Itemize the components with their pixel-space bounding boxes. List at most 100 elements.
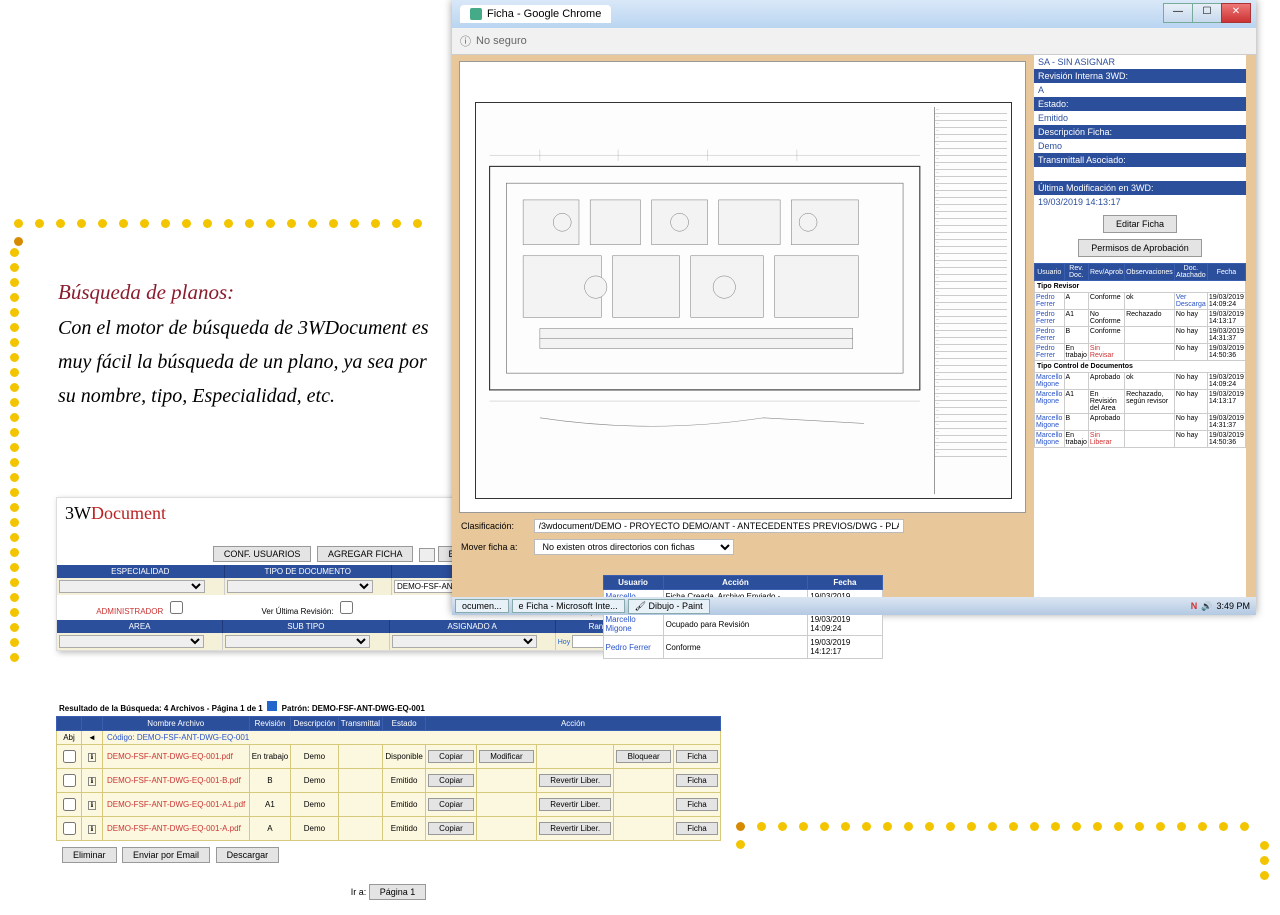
subtipo-select[interactable] (225, 635, 370, 648)
revertir-button[interactable]: Revertir Liber. (539, 798, 611, 811)
sect-control: Tipo Control de Documentos (1035, 361, 1246, 373)
task-1[interactable]: ocumen... (455, 599, 509, 613)
file-link[interactable]: DEMO-FSF-ANT-DWG-EQ-001-B.pdf (103, 769, 250, 793)
dots-bottom (730, 818, 1270, 854)
hoy1-link[interactable]: Hoy (558, 639, 570, 646)
review-table: Usuario Rev. Doc. Rev/Aprob Observacione… (1034, 263, 1246, 448)
row-checkbox[interactable] (63, 822, 76, 835)
side-panel: SA - SIN ASIGNAR Revisión Interna 3WD: A… (1033, 55, 1246, 614)
add-ficha-button[interactable]: AGREGAR FICHA (317, 546, 414, 562)
revertir-button[interactable]: Revertir Liber. (539, 822, 611, 835)
file-link[interactable]: DEMO-FSF-ANT-DWG-EQ-001.pdf (103, 745, 250, 769)
ver-ultima-checkbox[interactable] (340, 601, 353, 614)
placeholder-icon[interactable] (419, 548, 435, 562)
row-checkbox[interactable] (63, 798, 76, 811)
rev-user[interactable]: Marcello Migone (1035, 390, 1065, 414)
descargar-button[interactable]: Descargar (216, 847, 280, 863)
col-desc: Descripción (291, 717, 338, 731)
especialidad-select[interactable] (59, 580, 205, 593)
tipo-select[interactable] (227, 580, 373, 593)
browser-tab[interactable]: Ficha - Google Chrome (460, 5, 611, 23)
mover-select[interactable]: No existen otros directorios con fichas (534, 539, 734, 555)
rev-user[interactable]: Pedro Ferrer (1035, 310, 1065, 327)
left-pane: ————————————————————————————————————————… (452, 55, 1033, 614)
revint-hdr: Revisión Interna 3WD: (1034, 69, 1246, 83)
close-button[interactable]: ✕ (1221, 3, 1251, 23)
task-2[interactable]: e Ficha - Microsoft Inte... (512, 599, 625, 613)
expand-icon[interactable]: ℹ (88, 777, 97, 786)
rev-user[interactable]: Marcello Migone (1035, 414, 1065, 431)
dots-top (8, 215, 444, 251)
eliminar-button[interactable]: Eliminar (62, 847, 117, 863)
revertir-button[interactable]: Revertir Liber. (539, 774, 611, 787)
asignado-select[interactable] (392, 635, 537, 648)
results-pattern: Patrón: DEMO-FSF-ANT-DWG-EQ-001 (282, 704, 425, 713)
maximize-button[interactable]: ☐ (1192, 3, 1222, 23)
file-link[interactable]: DEMO-FSF-ANT-DWG-EQ-001-A.pdf (103, 817, 250, 841)
email-button[interactable]: Enviar por Email (122, 847, 210, 863)
clasif-label: Clasificación: (461, 521, 531, 531)
sound-icon[interactable]: 🔊 (1201, 601, 1212, 612)
action-log-table: UsuarioAcciónFecha Marcello MigoneFicha … (603, 575, 883, 659)
clasif-input[interactable] (534, 519, 904, 533)
ultmod-val: 19/03/2019 14:13:17 (1034, 195, 1246, 209)
browser-window: Ficha - Google Chrome — ☐ ✕ ⓘNo seguro (452, 0, 1256, 614)
col-rev: Revisión (249, 717, 291, 731)
tray-icon[interactable]: N (1191, 601, 1198, 611)
file-link[interactable]: DEMO-FSF-ANT-DWG-EQ-001-A1.pdf (103, 793, 250, 817)
estado-hdr: Estado: (1034, 97, 1246, 111)
hdr-especialidad: ESPECIALIDAD (57, 565, 225, 578)
caption-title: Búsqueda de planos: (58, 280, 234, 304)
rev-user[interactable]: Marcello Migone (1035, 373, 1065, 390)
copiar-button[interactable]: Copiar (428, 798, 474, 811)
task-3[interactable]: 🖌 Dibujo - Paint (628, 599, 710, 614)
refresh-icon[interactable] (267, 701, 277, 711)
page1-button[interactable]: Página 1 (369, 884, 427, 900)
hdr-tipo: TIPO DE DOCUMENTO (225, 565, 393, 578)
actlog-user[interactable]: Marcello Migone (603, 613, 663, 636)
admin-checkbox[interactable] (170, 601, 183, 614)
abj-toggle[interactable]: Abj (63, 733, 75, 742)
conf-users-button[interactable]: CONF. USUARIOS (213, 546, 312, 562)
dots-left (10, 242, 20, 832)
rev-user[interactable]: Pedro Ferrer (1035, 344, 1065, 361)
admin-label: ADMINISTRADOR (96, 607, 163, 616)
row-checkbox[interactable] (63, 774, 76, 787)
area-select[interactable] (59, 635, 204, 648)
ficha-button[interactable]: Ficha (676, 798, 718, 811)
taskbar: ocumen... e Ficha - Microsoft Inte... 🖌 … (452, 597, 1256, 615)
hdr-subtipo: SUB TIPO (223, 620, 389, 633)
clock: 3:49 PM (1216, 601, 1250, 611)
expand-icon[interactable]: ℹ (88, 753, 97, 762)
row-checkbox[interactable] (63, 750, 76, 763)
estado-val: Emitido (1034, 111, 1246, 125)
expand-icon[interactable]: ℹ (88, 801, 97, 810)
address-bar[interactable]: ⓘNo seguro (452, 28, 1256, 55)
actlog-user[interactable]: Pedro Ferrer (603, 636, 663, 659)
rev-user[interactable]: Marcello Migone (1035, 431, 1065, 448)
minimize-button[interactable]: — (1163, 3, 1193, 23)
descf-hdr: Descripción Ficha: (1034, 125, 1246, 139)
ie-icon: e (519, 601, 524, 611)
copiar-button[interactable]: Copiar (428, 774, 474, 787)
copiar-button[interactable]: Copiar (428, 822, 474, 835)
transa-val (1034, 167, 1246, 181)
modificar-button[interactable]: Modificar (479, 750, 534, 763)
ficha-button[interactable]: Ficha (676, 822, 718, 835)
bloquear-button[interactable]: Bloquear (616, 750, 671, 763)
permisos-button[interactable]: Permisos de Aprobación (1078, 239, 1202, 257)
rev-user[interactable]: Pedro Ferrer (1035, 293, 1065, 310)
descf-val: Demo (1034, 139, 1246, 153)
edit-ficha-button[interactable]: Editar Ficha (1103, 215, 1177, 233)
plan-legend: ————————————————————————————————————————… (934, 107, 1007, 494)
expand-icon[interactable]: ℹ (88, 825, 97, 834)
favicon-icon (470, 8, 482, 20)
ultmod-hdr: Última Modificación en 3WD: (1034, 181, 1246, 195)
results-panel: Resultado de la Búsqueda: 4 Archivos - P… (56, 698, 721, 915)
ficha-button[interactable]: Ficha (676, 750, 718, 763)
code-link[interactable]: DEMO-FSF-ANT-DWG-EQ-001 (137, 733, 249, 742)
rev-user[interactable]: Pedro Ferrer (1035, 327, 1065, 344)
copiar-button[interactable]: Copiar (428, 750, 474, 763)
ficha-button[interactable]: Ficha (676, 774, 718, 787)
sa-label: SA - SIN ASIGNAR (1034, 55, 1246, 69)
